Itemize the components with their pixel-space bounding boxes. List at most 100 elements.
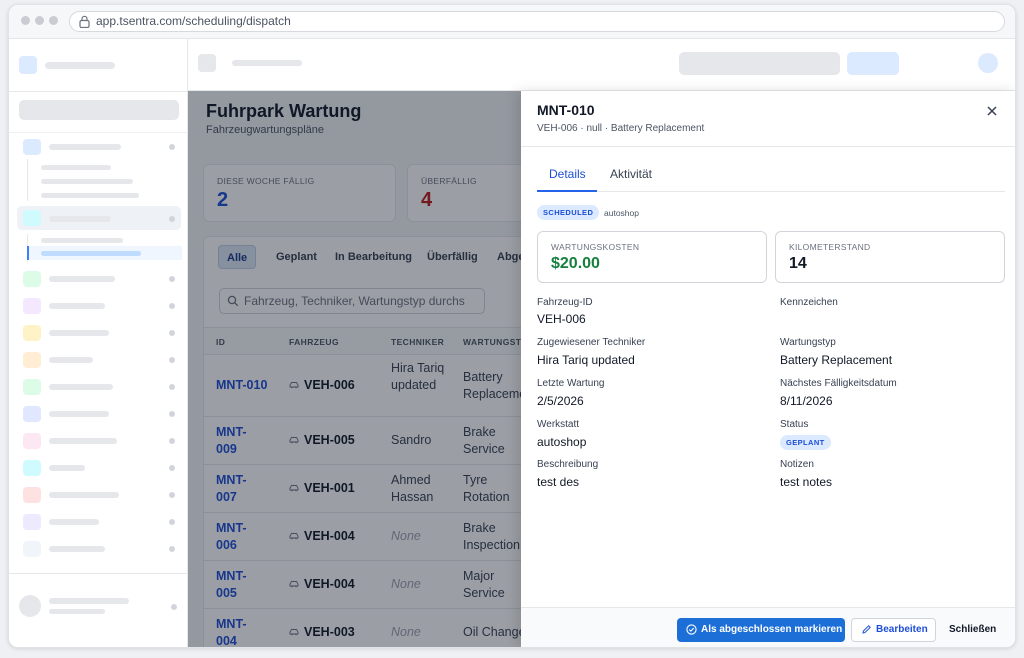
avatar[interactable] [19,595,41,617]
nav-item-placeholder[interactable] [49,465,85,471]
status-badge: SCHEDULED [537,205,600,220]
drawer-subtitle: VEH-006 · null · Battery Replacement [537,123,705,134]
nav-item-placeholder[interactable] [49,330,109,336]
nav-item-placeholder[interactable] [49,303,105,309]
nav-icon [23,379,41,395]
nav-icon [23,487,41,503]
subnav-placeholder [41,251,141,256]
tab-activity[interactable]: Aktivität [610,167,652,181]
nav-item-placeholder[interactable] [49,144,121,150]
header-search-placeholder[interactable] [679,52,840,75]
status-badge-planned: GEPLANT [780,435,831,450]
close-icon[interactable] [986,105,998,117]
window-dot-icon[interactable] [35,16,44,25]
field-label: Notizen [780,459,814,470]
nav-icon [23,271,41,287]
chevron-icon [169,519,175,525]
app-window: app.tsentra.com/scheduling/dispatch Fuhr… [8,4,1016,648]
chevron-icon [169,276,175,282]
field-label: Beschreibung [537,459,599,470]
field-value-vehicle-id: VEH-006 [537,312,586,326]
modal-backdrop[interactable] [188,91,521,647]
nav-icon [23,433,41,449]
chevron-icon [169,438,175,444]
chevron-icon [169,330,175,336]
sidebar [9,39,188,647]
window-dot-icon[interactable] [49,16,58,25]
field-value-notes: test notes [780,475,833,489]
subnav-placeholder[interactable] [41,238,123,243]
user-email-placeholder [49,609,105,614]
user-name-placeholder [49,598,129,604]
field-label: Kennzeichen [780,297,838,308]
drawer-title: MNT-010 [537,102,595,118]
header-placeholder [232,60,302,66]
nav-icon [23,298,41,314]
drawer-footer: Als abgeschlossen markieren Bearbeiten S… [521,607,1015,647]
sidebar-placeholder [45,62,115,69]
nav-item-placeholder[interactable] [49,384,113,390]
top-header [188,39,1015,91]
chevron-icon [169,144,175,150]
metric-card-cost: WARTUNGSKOSTEN $20.00 [537,231,767,283]
nav-icon [23,514,41,530]
nav-icon [23,210,41,226]
nav-icon [23,352,41,368]
close-button[interactable]: Schließen [949,618,996,642]
nav-item-placeholder[interactable] [49,357,93,363]
nav-item-placeholder[interactable] [49,519,99,525]
nav-item-placeholder[interactable] [49,438,117,444]
subnav-placeholder[interactable] [41,193,139,198]
metric-value: 14 [789,255,807,272]
window-dot-icon[interactable] [21,16,30,25]
shop-tag: autoshop [604,208,639,218]
chevron-icon [169,216,175,222]
nav-icon [23,325,41,341]
nav-icon [23,406,41,422]
nav-icon [23,139,41,155]
chevron-icon[interactable] [171,604,177,610]
subnav-placeholder[interactable] [41,165,111,170]
subnav-placeholder[interactable] [41,179,133,184]
field-label: Wartungstyp [780,337,836,348]
detail-drawer: MNT-010 VEH-006 · null · Battery Replace… [521,91,1015,647]
lock-icon [79,15,90,28]
chevron-icon [169,411,175,417]
nav-item-placeholder[interactable] [49,276,115,282]
field-value-technician: Hira Tariq updated [537,353,635,367]
nav-item-placeholder[interactable] [49,546,105,552]
logo-icon [19,56,37,74]
field-value-last-service: 2/5/2026 [537,394,584,408]
url-bar[interactable]: app.tsentra.com/scheduling/dispatch [69,11,1005,32]
metric-label: KILOMETERSTAND [789,242,871,252]
browser-chrome: app.tsentra.com/scheduling/dispatch [9,5,1015,39]
field-label: Zugewiesener Techniker [537,337,646,348]
field-label: Nächstes Fälligkeitsdatum [780,378,897,389]
nav-item-placeholder[interactable] [49,492,119,498]
check-circle-icon [686,624,697,635]
field-label: Fahrzeug-ID [537,297,593,308]
tab-details[interactable]: Details [549,167,586,181]
sidebar-search-placeholder[interactable] [19,100,179,120]
chevron-icon [169,492,175,498]
pencil-icon [862,625,871,634]
active-tab-indicator [537,190,597,192]
avatar[interactable] [978,53,998,73]
field-label: Status [780,419,809,430]
field-label: Letzte Wartung [537,378,605,389]
url-text: app.tsentra.com/scheduling/dispatch [96,14,291,28]
field-label: Werkstatt [537,419,580,430]
field-value-workshop: autoshop [537,435,587,449]
mark-complete-button[interactable]: Als abgeschlossen markieren [677,618,845,642]
menu-icon[interactable] [198,54,216,72]
edit-button[interactable]: Bearbeiten [851,618,936,642]
chevron-icon [169,357,175,363]
header-button-placeholder[interactable] [847,52,899,75]
metric-label: WARTUNGSKOSTEN [551,242,640,252]
field-value-description: test des [537,475,580,489]
chevron-icon [169,546,175,552]
chevron-icon [169,303,175,309]
field-value-next-due: 8/11/2026 [780,394,833,408]
nav-item-placeholder [49,216,111,222]
nav-item-placeholder[interactable] [49,411,109,417]
